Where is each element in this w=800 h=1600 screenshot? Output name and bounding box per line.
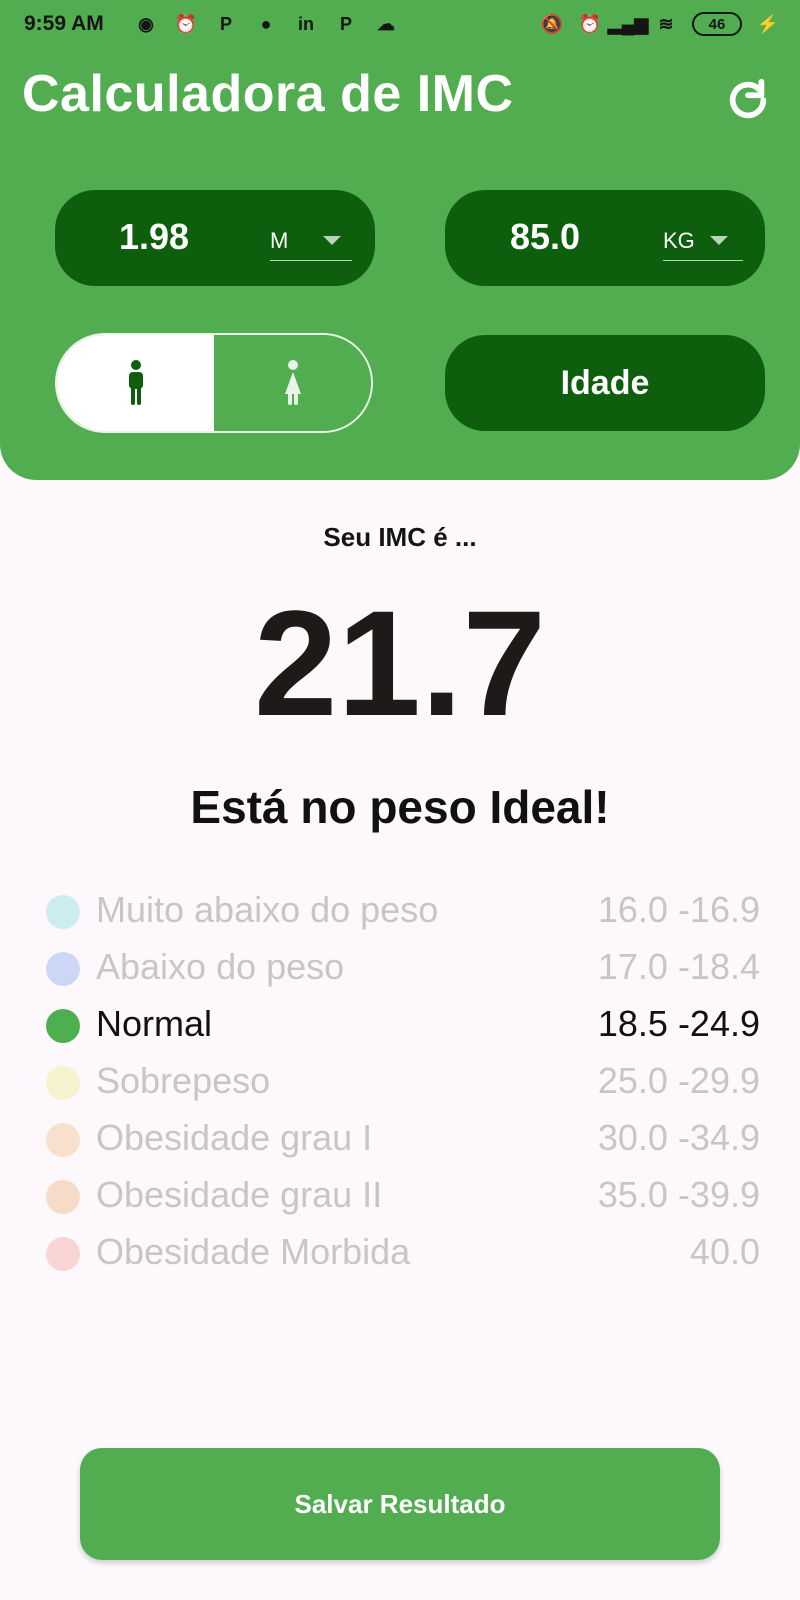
- range-values: 18.5 -24.9: [597, 1003, 760, 1044]
- app-title: Calculadora de IMC: [22, 65, 514, 123]
- range-label: Obesidade grau I: [96, 1117, 373, 1158]
- battery-indicator: 46: [692, 12, 742, 36]
- bmi-message: Está no peso Ideal!: [190, 781, 610, 833]
- age-button[interactable]: Idade: [445, 335, 765, 431]
- range-values: 35.0 -39.9: [597, 1174, 760, 1215]
- height-value[interactable]: 1.98: [119, 216, 189, 258]
- range-row: Obesidade grau I 30.0 -34.9: [46, 1113, 760, 1170]
- cloud-icon: ☁: [377, 13, 395, 34]
- spotify-icon: ●: [260, 13, 272, 34]
- range-label: Sobrepeso: [96, 1060, 271, 1101]
- range-values: 17.0 -18.4: [597, 946, 760, 987]
- wifi-icon: ≋: [658, 13, 674, 34]
- height-unit-underline: [270, 260, 352, 261]
- p-app-icon: P: [219, 13, 232, 34]
- range-label: Normal: [96, 1003, 213, 1044]
- range-values: 16.0 -16.9: [597, 889, 760, 930]
- status-time: 9:59 AM: [24, 12, 104, 35]
- bmi-value: 21.7: [254, 579, 546, 747]
- range-values: 25.0 -29.9: [597, 1060, 760, 1101]
- male-icon: [128, 360, 143, 405]
- range-label: Muito abaixo do peso: [96, 889, 439, 930]
- refresh-button[interactable]: [720, 72, 776, 128]
- range-label: Obesidade Morbida: [96, 1231, 411, 1272]
- alarm-clock-icon: ⏰: [578, 13, 602, 34]
- range-color-dot: [46, 1009, 80, 1043]
- result-intro: Seu IMC é ...: [323, 522, 477, 552]
- female-option[interactable]: [214, 335, 371, 431]
- range-label: Abaixo do peso: [96, 946, 345, 987]
- weight-value[interactable]: 85.0: [510, 216, 580, 258]
- weight-unit-select[interactable]: KG: [663, 228, 695, 254]
- refresh-icon: [729, 78, 767, 119]
- range-values: 40.0: [689, 1231, 760, 1272]
- weight-input[interactable]: 85.0 KG: [445, 190, 765, 286]
- female-icon: [284, 360, 301, 405]
- p-app-icon-2: P: [339, 13, 352, 34]
- range-color-dot: [46, 1237, 80, 1271]
- signal-icon: ▂▄▆: [607, 13, 649, 34]
- chevron-down-icon[interactable]: [323, 236, 341, 245]
- sex-toggle[interactable]: [55, 333, 373, 433]
- range-color-dot: [46, 952, 80, 986]
- range-row-active: Normal 18.5 -24.9: [46, 999, 760, 1056]
- chevron-down-icon[interactable]: [710, 236, 728, 245]
- range-row: Obesidade Morbida 40.0: [46, 1227, 760, 1284]
- linkedin-icon: in: [298, 13, 314, 34]
- height-unit-select[interactable]: M: [270, 228, 288, 254]
- range-row: Abaixo do peso 17.0 -18.4: [46, 942, 760, 999]
- range-color-dot: [46, 1123, 80, 1157]
- bmi-range-list: Muito abaixo do peso 16.0 -16.9 Abaixo d…: [46, 885, 760, 1284]
- range-row: Muito abaixo do peso 16.0 -16.9: [46, 885, 760, 942]
- mute-icon: 🔕: [540, 13, 564, 34]
- weight-unit-underline: [663, 260, 743, 261]
- alarm-icon: ⏰: [174, 13, 198, 34]
- status-notification-icons: ◉ ⏰ P ● in P ☁: [134, 12, 398, 36]
- status-system-icons: 🔕 ⏰ ▂▄▆ ≋ 46 ⚡: [540, 12, 780, 36]
- male-option[interactable]: [57, 335, 214, 431]
- range-color-dot: [46, 1180, 80, 1214]
- status-bar: 9:59 AM ◉ ⏰ P ● in P ☁ 🔕 ⏰ ▂▄▆ ≋ 46 ⚡: [0, 0, 800, 52]
- save-result-button[interactable]: Salvar Resultado: [80, 1448, 720, 1560]
- range-row: Sobrepeso 25.0 -29.9: [46, 1056, 760, 1113]
- charging-icon: ⚡: [756, 13, 780, 34]
- range-values: 30.0 -34.9: [597, 1117, 760, 1158]
- range-row: Obesidade grau II 35.0 -39.9: [46, 1170, 760, 1227]
- radio-icon: ◉: [138, 13, 154, 34]
- range-label: Obesidade grau II: [96, 1174, 383, 1215]
- range-color-dot: [46, 1066, 80, 1100]
- range-color-dot: [46, 895, 80, 929]
- height-input[interactable]: 1.98 M: [55, 190, 375, 286]
